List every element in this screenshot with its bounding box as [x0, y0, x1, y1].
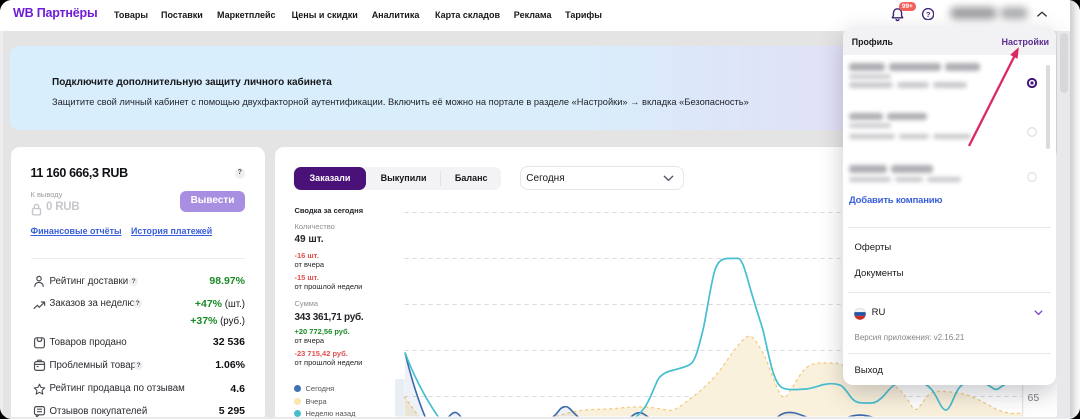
- svg-text:65: 65: [1028, 392, 1040, 404]
